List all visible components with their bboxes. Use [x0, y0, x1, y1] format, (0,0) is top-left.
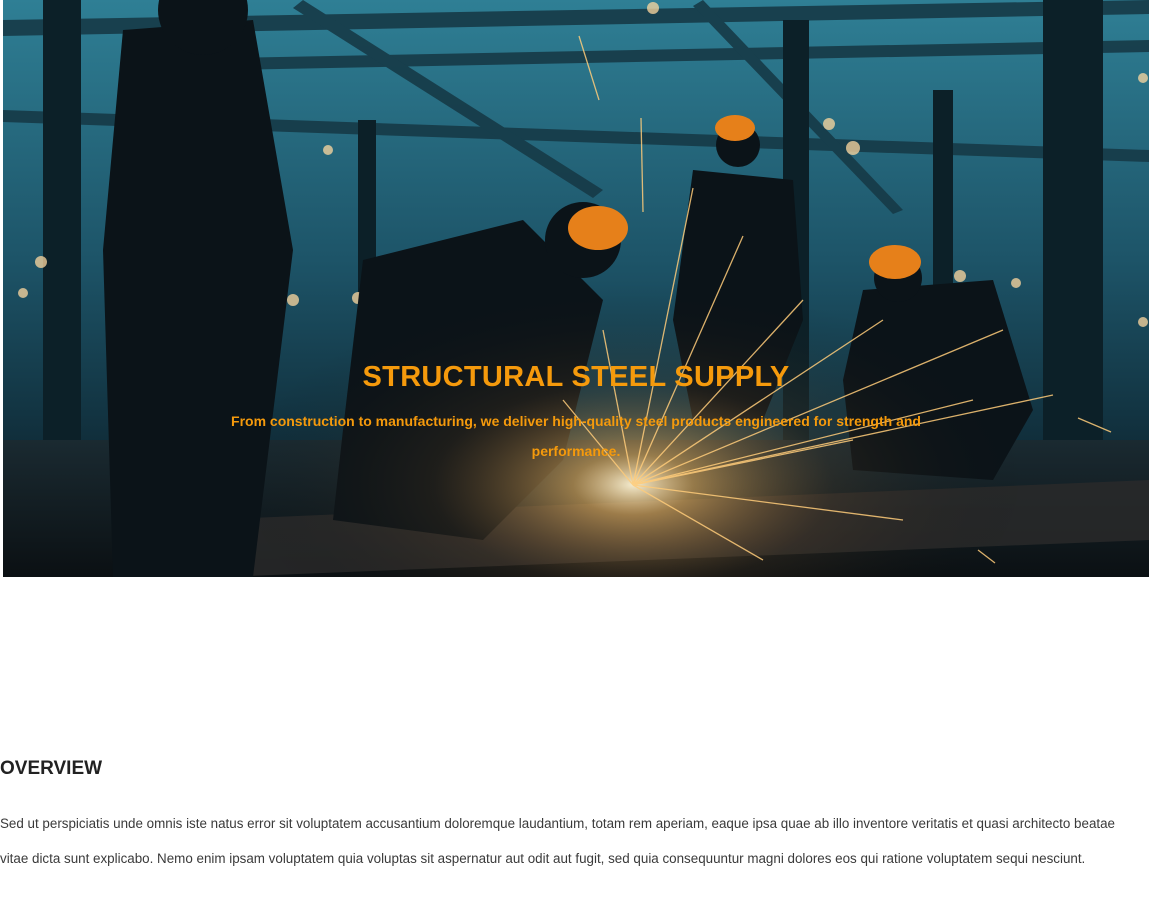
overview-body-text: Sed ut perspiciatis unde omnis iste natu… [0, 816, 1116, 866]
hero-subtitle: From construction to manufacturing, we d… [231, 413, 921, 459]
hero-image [3, 0, 1149, 577]
hero-title: STRUCTURAL STEEL SUPPLY [362, 361, 790, 393]
hero-banner: STRUCTURAL STEEL SUPPLY From constructio… [3, 0, 1149, 577]
overview-section: OVERVIEW Sed ut perspiciatis unde omnis … [0, 754, 1140, 876]
overview-heading: OVERVIEW [0, 758, 103, 779]
hero-content: STRUCTURAL STEEL SUPPLY From constructio… [3, 358, 1149, 466]
